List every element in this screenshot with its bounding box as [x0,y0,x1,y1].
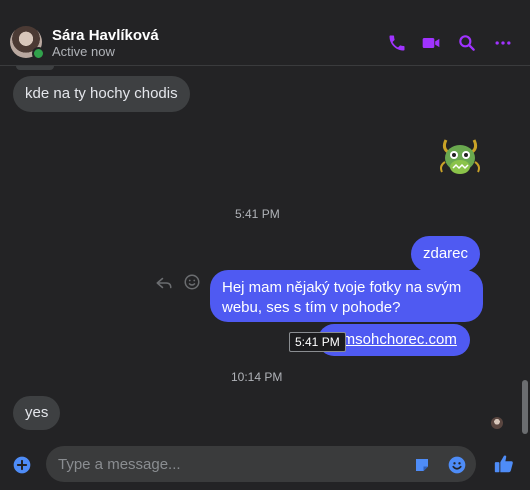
add-icon[interactable] [12,455,32,475]
contact-name[interactable]: Sára Havlíková [52,27,159,44]
scrollbar-track[interactable] [520,66,530,440]
reply-icon[interactable] [155,274,173,292]
chat-header: Sára Havlíková Active now [0,0,530,66]
search-icon[interactable] [457,33,477,53]
online-indicator [32,47,45,60]
message-outgoing[interactable]: Hej mam nějaký tvoje fotky na svým webu,… [210,270,483,322]
dragon-sticker-icon[interactable] [436,134,484,182]
phone-icon[interactable] [387,33,407,53]
more-icon[interactable] [493,33,513,53]
message-composer [0,440,530,490]
emoji-icon[interactable] [447,455,467,475]
previous-message-edge [16,66,54,70]
message-link[interactable]: jamsohchorec.com [331,331,457,348]
message-incoming[interactable]: kde na ty hochy chodis [13,76,190,112]
scrollbar-thumb[interactable] [522,380,528,434]
seen-avatar [491,417,503,429]
sticker-icon[interactable] [413,456,431,474]
contact-status: Active now [52,44,115,59]
message-list[interactable]: kde na ty hochy chodis 5:41 PM zdarec He… [0,66,530,440]
react-emoji-icon[interactable] [183,273,201,291]
message-input[interactable] [46,446,476,482]
message-incoming[interactable]: yes [13,396,61,430]
timestamp-separator: 5:41 PM [235,207,280,221]
thumbs-up-icon[interactable] [493,453,515,475]
message-outgoing[interactable]: zdarec [411,236,481,272]
timestamp-tooltip: 5:41 PM [289,332,346,352]
video-icon[interactable] [421,33,441,53]
timestamp-separator: 10:14 PM [231,370,283,384]
